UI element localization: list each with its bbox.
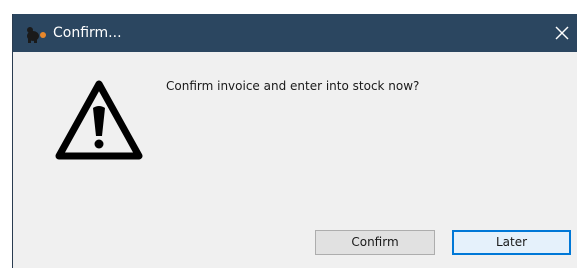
later-button[interactable]: Later [452,230,571,255]
dialog-message: Confirm invoice and enter into stock now… [166,79,420,93]
mobile-supply-app-icon [25,25,47,43]
confirm-button[interactable]: Confirm [315,230,435,255]
title-bar[interactable]: Confirm... [13,14,577,52]
close-button[interactable] [547,14,577,52]
confirm-dialog: Confirm... Confirm invoice and enter int… [12,14,577,268]
warning-icon [53,78,145,162]
close-icon [555,26,569,40]
window-title: Confirm... [53,25,122,41]
